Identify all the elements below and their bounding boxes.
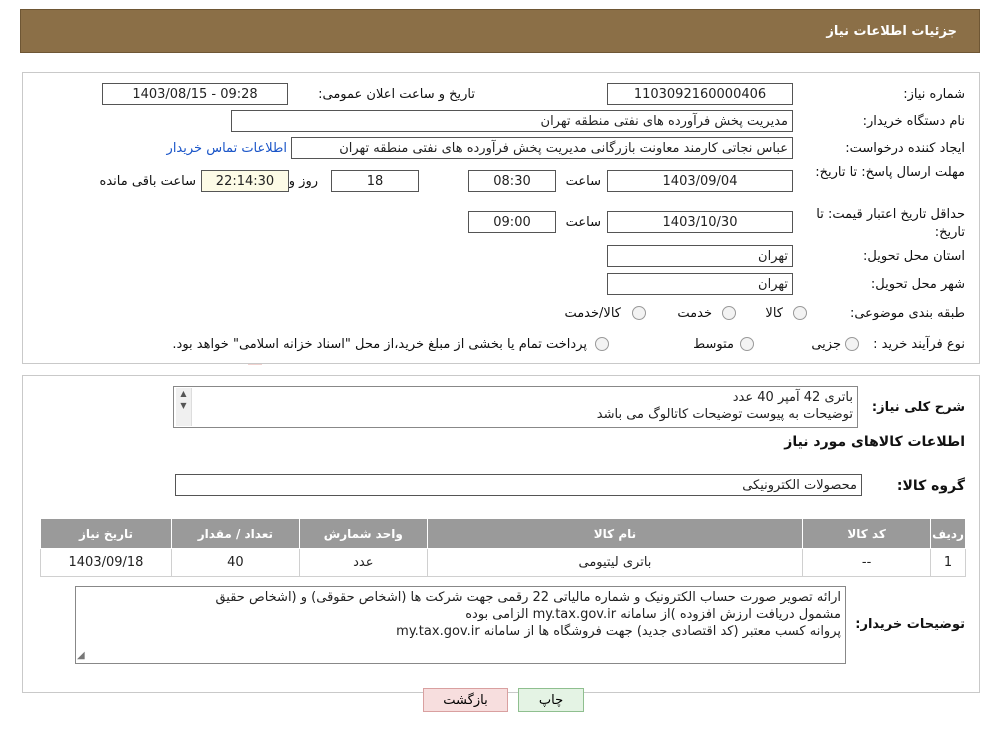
summary-scrollbar[interactable]: ▲ ▼	[176, 388, 192, 426]
process-treasury-checkbox[interactable]	[595, 337, 609, 351]
col-date: تاریخ نیاز	[40, 518, 172, 549]
category-label: طبقه بندی موضوعی:	[849, 306, 965, 321]
buyer-org-field: مدیریت پخش فرآورده های نفتی منطقه تهران	[231, 110, 793, 132]
back-button[interactable]: بازگشت	[423, 688, 508, 712]
col-qty: تعداد / مقدار	[170, 518, 300, 549]
summary-line-1: باتری 42 آمپر 40 عدد	[732, 390, 853, 405]
goods-group-label: گروه کالا:	[896, 478, 965, 494]
deadline-time-label: ساعت	[565, 174, 601, 189]
remaining-time-field: 22:14:30	[201, 170, 289, 192]
resize-grip-icon[interactable]: ◢	[77, 650, 89, 662]
category-goods-service-label: کالا/خدمت	[564, 306, 621, 321]
buyer-notes-line-1: ارائه تصویر صورت حساب الکترونیک و شماره …	[215, 590, 841, 605]
cell-qty: 40	[170, 548, 300, 577]
cell-date: 1403/09/18	[40, 548, 172, 577]
category-goods-service-radio[interactable]	[632, 306, 646, 320]
city-field: تهران	[607, 273, 793, 295]
province-field: تهران	[607, 245, 793, 267]
col-code: کد کالا	[802, 518, 932, 549]
buyer-notes-line-3: پروانه کسب معتبر (کد اقتصادی جدید) جهت ف…	[396, 624, 841, 639]
goods-table: ردیف کد کالا نام کالا واحد شمارش تعداد /…	[40, 518, 966, 577]
page-header: جزئیات اطلاعات نیاز	[20, 9, 980, 53]
summary-line-2: توضیحات به پیوست توضیحات کاتالوگ می باشد	[596, 407, 853, 422]
validity-time-field: 09:00	[468, 211, 556, 233]
deadline-time-field: 08:30	[468, 170, 556, 192]
goods-table-header: ردیف کد کالا نام کالا واحد شمارش تعداد /…	[40, 518, 966, 549]
process-medium-label: متوسط	[693, 337, 734, 352]
page-title: جزئیات اطلاعات نیاز	[826, 23, 957, 39]
table-row: 1 -- باتری لیتیومی عدد 40 1403/09/18	[40, 548, 966, 577]
process-treasury-note: پرداخت تمام یا بخشی از مبلغ خرید،از محل …	[172, 337, 587, 352]
col-row: ردیف	[930, 518, 966, 549]
buyer-org-label: نام دستگاه خریدار:	[862, 114, 965, 129]
process-medium-radio[interactable]	[740, 337, 754, 351]
process-minor-label: جزیی	[811, 337, 841, 352]
cell-row: 1	[930, 548, 966, 577]
cell-unit: عدد	[298, 548, 428, 577]
buyer-notes-line-2: مشمول دریافت ارزش افزوده )از سامانه my.t…	[465, 607, 841, 622]
cell-name: باتری لیتیومی	[426, 548, 804, 577]
buyer-contact-link[interactable]: اطلاعات تماس خریدار	[167, 141, 287, 156]
need-number-field: 1103092160000406	[607, 83, 793, 105]
validity-time-label: ساعت	[565, 215, 601, 230]
creator-field: عباس نجاتی کارمند معاونت بازرگانی مدیریت…	[291, 137, 793, 159]
days-remaining-field: 18	[331, 170, 419, 192]
buyer-notes-textarea[interactable]: ارائه تصویر صورت حساب الکترونیک و شماره …	[75, 586, 846, 664]
days-label: روز و	[288, 174, 318, 189]
process-minor-radio[interactable]	[845, 337, 859, 351]
province-label: استان محل تحویل:	[863, 249, 965, 264]
deadline-date-field: 1403/09/04	[607, 170, 793, 192]
print-button[interactable]: چاپ	[518, 688, 584, 712]
deadline-label: مهلت ارسال پاسخ: تا تاریخ:	[815, 165, 965, 180]
need-number-label: شماره نیاز:	[903, 87, 965, 102]
scroll-up-icon[interactable]: ▲	[176, 388, 191, 400]
creator-label: ایجاد کننده درخواست:	[845, 141, 965, 156]
category-goods-radio[interactable]	[793, 306, 807, 320]
announce-date-field: 1403/08/15 - 09:28	[102, 83, 288, 105]
col-unit: واحد شمارش	[298, 518, 428, 549]
category-service-label: خدمت	[677, 306, 712, 321]
cell-code: --	[802, 548, 932, 577]
announce-date-label: تاریخ و ساعت اعلان عمومی:	[318, 87, 475, 102]
scroll-down-icon[interactable]: ▼	[176, 400, 191, 412]
summary-label: شرح کلی نیاز:	[871, 400, 965, 415]
validity-date-field: 1403/10/30	[607, 211, 793, 233]
price-validity-label: حداقل تاریخ اعتبار قیمت: تا تاریخ:	[816, 207, 965, 240]
process-type-label: نوع فرآیند خرید :	[873, 337, 965, 352]
goods-section-title: اطلاعات کالاهای مورد نیاز	[784, 434, 965, 450]
city-label: شهر محل تحویل:	[870, 277, 965, 292]
goods-group-field: محصولات الکترونیکی	[175, 474, 862, 496]
col-name: نام کالا	[426, 518, 804, 549]
remaining-time-label: ساعت باقی مانده	[99, 174, 196, 189]
category-service-radio[interactable]	[722, 306, 736, 320]
summary-textarea[interactable]: باتری 42 آمپر 40 عدد توضیحات به پیوست تو…	[173, 386, 858, 428]
category-goods-label: کالا	[765, 306, 783, 321]
buyer-notes-label: توضیحات خریدار:	[855, 617, 965, 632]
